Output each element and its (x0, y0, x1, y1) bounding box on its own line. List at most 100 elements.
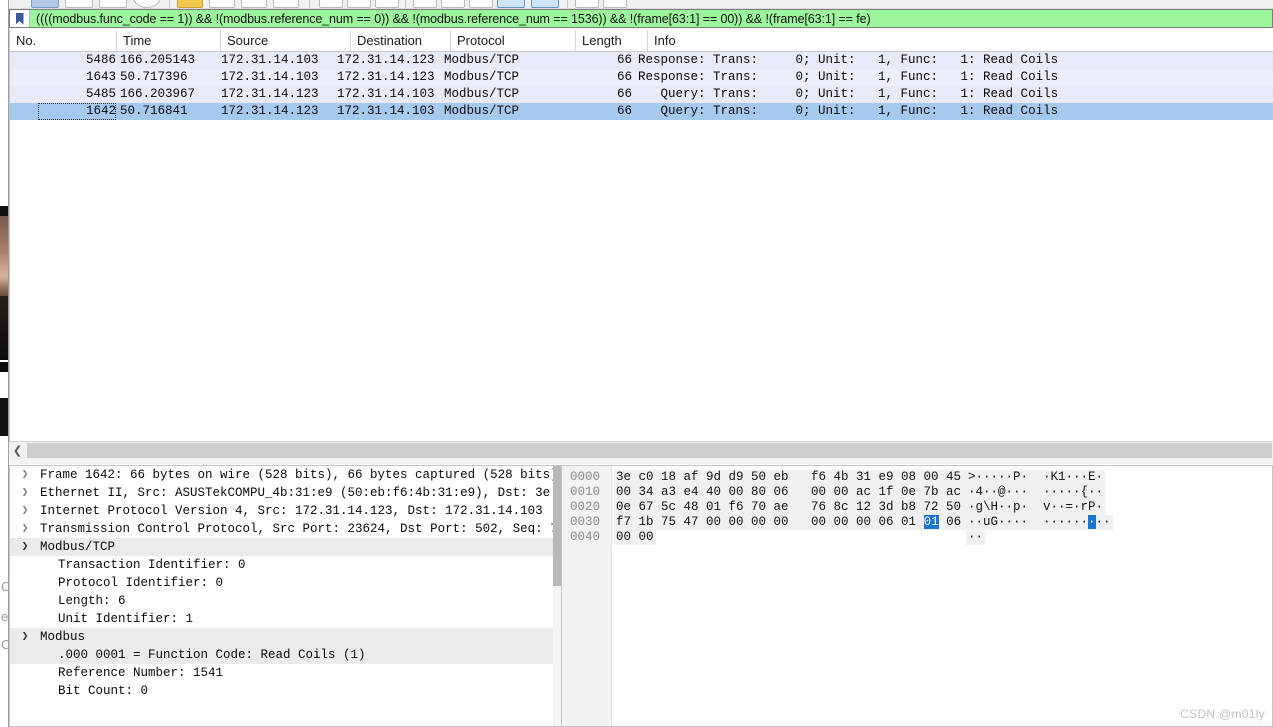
display-filter-input[interactable]: ((((modbus.func_code == 1)) && !(modbus.… (30, 12, 1272, 26)
column-header-protocol[interactable]: Protocol (451, 30, 576, 51)
packet-list-horizontal-scrollbar[interactable]: ❮ (9, 441, 1273, 459)
cell-info: Query: Trans: 0; Unit: 1, Func: 1: Read … (638, 104, 1059, 118)
detail-row-label: Bit Count: 0 (58, 684, 149, 698)
detail-row-transaction-identifier[interactable]: Transaction Identifier: 0 (10, 556, 561, 574)
watermark: CSDN @m01ly (1180, 707, 1265, 721)
chevron-right-icon[interactable]: ❯ (18, 520, 32, 538)
detail-row-tcp[interactable]: ❯ Transmission Control Protocol, Src Por… (10, 520, 561, 538)
pane-splitter[interactable] (9, 459, 1273, 464)
hex-row[interactable]: 0010 00 34 a3 e4 40 00 80 06 00 00 ac 1f… (562, 485, 1272, 500)
detail-row-unit-identifier[interactable]: Unit Identifier: 1 (10, 610, 561, 628)
hex-row[interactable]: 0020 0e 67 5c 48 01 f6 70 ae 76 8c 12 3d… (562, 500, 1272, 515)
chevron-down-icon[interactable]: ❯ (18, 628, 32, 646)
chevron-right-icon[interactable]: ❯ (18, 466, 32, 484)
packet-bytes-pane[interactable]: 0000 3e c0 18 af 9d d9 50 eb f6 4b 31 e9… (561, 465, 1273, 727)
table-row[interactable]: 5486 166.205143 172.31.14.103 172.31.14.… (10, 52, 1273, 69)
table-row[interactable]: 1643 50.717396 172.31.14.103 172.31.14.1… (10, 69, 1273, 86)
zoom-in-icon[interactable] (575, 0, 599, 8)
stop-capture-icon[interactable] (65, 0, 93, 8)
toolbar-separator-4 (567, 0, 568, 8)
hex-row[interactable]: 0000 3e c0 18 af 9d d9 50 eb f6 4b 31 e9… (562, 470, 1272, 485)
cell-length: 66 (616, 70, 632, 84)
column-header-no[interactable]: No. (10, 30, 117, 51)
column-header-time[interactable]: Time (117, 30, 221, 51)
column-header-source[interactable]: Source (221, 30, 351, 51)
hex-offset: 0020 (570, 500, 601, 514)
go-first-icon[interactable] (441, 0, 465, 8)
packet-list-rows[interactable]: 5486 166.205143 172.31.14.103 172.31.14.… (10, 52, 1273, 120)
bookmark-icon[interactable] (10, 10, 30, 27)
detail-row-length[interactable]: Length: 6 (10, 592, 561, 610)
go-back-icon[interactable] (347, 0, 371, 8)
start-capture-icon[interactable] (31, 0, 59, 8)
packet-list-header[interactable]: No. Time Source Destination Protocol Len… (10, 30, 1273, 52)
wireshark-window: C e C ((((modbus.func_code == 1)) && !(m… (0, 0, 1273, 727)
hex-ascii: ·g\H··p· v··=·rP· (966, 500, 1106, 515)
hex-ascii: ·· (966, 530, 986, 545)
table-row[interactable]: 5485 166.203967 172.31.14.123 172.31.14.… (10, 86, 1273, 103)
detail-row-function-code[interactable]: .000 0001 = Function Code: Read Coils (1… (10, 646, 561, 664)
cell-time: 50.717396 (120, 70, 188, 84)
detail-row-label: Length: 6 (58, 594, 126, 608)
zoom-out-icon[interactable] (603, 0, 627, 8)
cell-protocol: Modbus/TCP (444, 70, 520, 84)
display-filter-bar[interactable]: ((((modbus.func_code == 1)) && !(modbus.… (9, 9, 1273, 28)
detail-row-reference-number[interactable]: Reference Number: 1541 (10, 664, 561, 682)
hex-offset: 0030 (570, 515, 601, 529)
toolbar-separator-3 (405, 0, 406, 8)
packet-details-vertical-scrollbar[interactable] (553, 466, 561, 726)
detail-row-ethernet[interactable]: ❯ Ethernet II, Src: ASUSTekCOMPU_4b:31:e… (10, 484, 561, 502)
scrollbar-thumb[interactable] (27, 443, 1272, 458)
cell-time: 166.205143 (120, 53, 196, 67)
cell-destination: 172.31.14.103 (337, 87, 435, 101)
cell-length: 66 (616, 104, 632, 118)
close-file-icon[interactable] (241, 0, 267, 8)
cell-time: 50.716841 (120, 104, 188, 118)
column-header-length[interactable]: Length (576, 30, 648, 51)
hex-bytes: 0e 67 5c 48 01 f6 70 ae 76 8c 12 3d b8 7… (614, 500, 986, 515)
scrollbar-thumb[interactable] (553, 466, 561, 586)
find-packet-icon[interactable] (319, 0, 343, 8)
column-header-info[interactable]: Info (648, 30, 1273, 51)
capture-options-icon[interactable] (133, 0, 161, 8)
chevron-down-icon[interactable]: ❯ (18, 538, 32, 556)
autoscroll-icon[interactable] (497, 0, 525, 8)
go-to-packet-icon[interactable] (413, 0, 437, 8)
detail-row-bit-count[interactable]: Bit Count: 0 (10, 682, 561, 700)
cell-destination: 172.31.14.123 (337, 53, 435, 67)
hex-ascii-selected[interactable]: · (1088, 515, 1096, 529)
cell-length: 66 (616, 53, 632, 67)
hex-bytes: 00 00 (614, 530, 656, 545)
chevron-right-icon[interactable]: ❯ (18, 484, 32, 502)
packet-details-pane[interactable]: ❯ Frame 1642: 66 bytes on wire (528 bits… (9, 465, 561, 727)
cell-protocol: Modbus/TCP (444, 87, 520, 101)
cell-source: 172.31.14.123 (221, 104, 319, 118)
cell-no: 5485 (85, 87, 116, 101)
hex-bytes-prefix: f7 1b 75 47 00 00 00 00 00 00 00 06 01 (616, 515, 924, 529)
detail-row-modbus-tcp[interactable]: ❯ Modbus/TCP (10, 538, 561, 556)
detail-row-modbus[interactable]: ❯ Modbus (10, 628, 561, 646)
chevron-left-icon[interactable]: ❮ (9, 442, 26, 459)
go-last-icon[interactable] (469, 0, 493, 8)
cell-source: 172.31.14.103 (221, 70, 319, 84)
detail-row-frame[interactable]: ❯ Frame 1642: 66 bytes on wire (528 bits… (10, 466, 561, 484)
reload-file-icon[interactable] (273, 0, 299, 8)
colorize-icon[interactable] (531, 0, 559, 8)
column-header-destination[interactable]: Destination (351, 30, 451, 51)
detail-row-label: Modbus (40, 630, 86, 644)
main-toolbar[interactable] (9, 0, 1273, 9)
open-file-icon[interactable] (177, 0, 203, 8)
cell-info: Query: Trans: 0; Unit: 1, Func: 1: Read … (638, 87, 1059, 101)
cell-time: 166.203967 (120, 87, 196, 101)
table-row-selected[interactable]: 1642 50.716841 172.31.14.123 172.31.14.1… (10, 103, 1273, 120)
hex-selected-byte[interactable]: 01 (923, 515, 939, 529)
chevron-right-icon[interactable]: ❯ (18, 502, 32, 520)
hex-row[interactable]: 0040 00 00 ·· (562, 530, 1272, 545)
hex-row-with-selection[interactable]: 0030 f7 1b 75 47 00 00 00 00 00 00 00 06… (562, 515, 1272, 530)
save-file-icon[interactable] (209, 0, 235, 8)
detail-row-ipv4[interactable]: ❯ Internet Protocol Version 4, Src: 172.… (10, 502, 561, 520)
go-forward-icon[interactable] (375, 0, 399, 8)
detail-row-protocol-identifier[interactable]: Protocol Identifier: 0 (10, 574, 561, 592)
packet-list-pane[interactable]: No. Time Source Destination Protocol Len… (9, 30, 1273, 441)
restart-capture-icon[interactable] (99, 0, 127, 8)
